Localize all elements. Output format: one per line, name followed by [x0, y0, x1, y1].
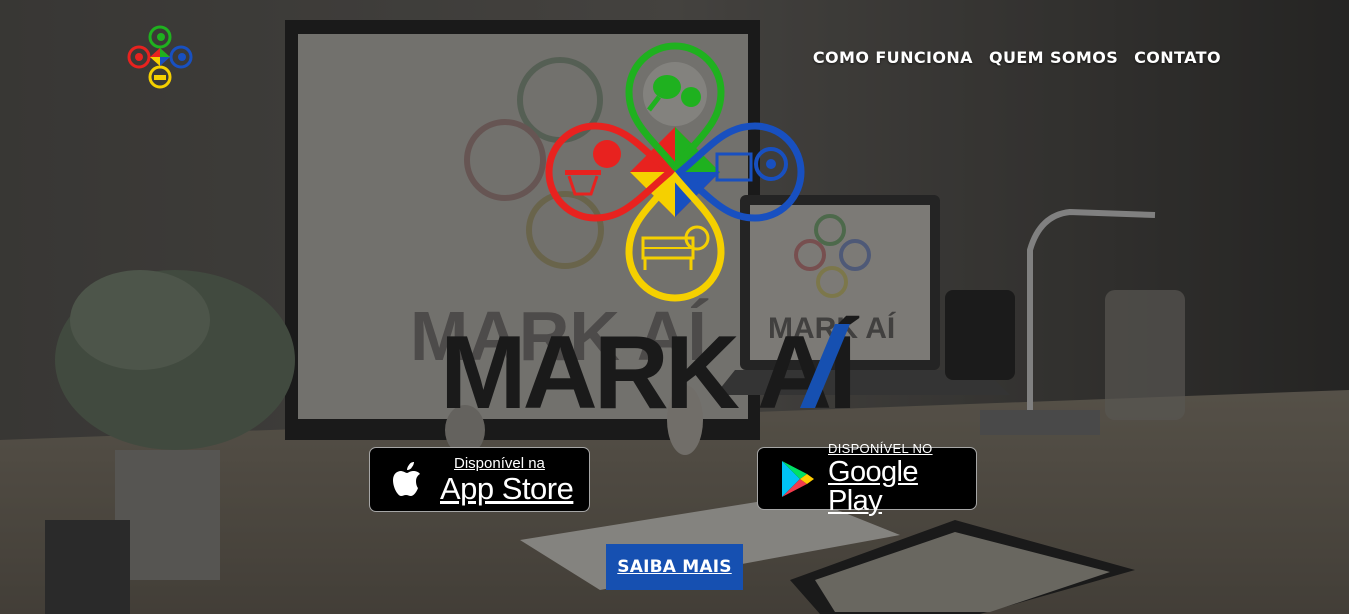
main-nav: COMO FUNCIONA QUEM SOMOS CONTATO — [813, 48, 1221, 67]
google-play-icon — [782, 460, 814, 497]
brand-text: MARK AÍ — [440, 315, 860, 418]
nav-link-quem-somos[interactable]: QUEM SOMOS — [989, 48, 1118, 67]
saiba-mais-button[interactable]: SAIBA MAIS — [606, 544, 743, 590]
nav-logo[interactable] — [125, 24, 195, 92]
nav-link-contato[interactable]: CONTATO — [1134, 48, 1221, 67]
hero-logo — [545, 42, 805, 304]
brand-wordmark: MARK AÍ — [440, 308, 920, 431]
logo-icon — [127, 25, 193, 89]
app-store-small-text: Disponível na — [454, 454, 545, 472]
nav-link-como-funciona[interactable]: COMO FUNCIONA — [813, 48, 973, 67]
google-play-badge[interactable]: DISPONÍVEL NO Google Play — [757, 442, 977, 515]
app-store-big-text: App Store — [440, 470, 574, 506]
google-play-small-text: DISPONÍVEL NO — [828, 440, 933, 456]
google-play-big-text: Google Play — [828, 455, 919, 517]
apple-icon — [393, 461, 420, 496]
app-store-badge[interactable]: Disponível na App Store — [369, 447, 590, 512]
